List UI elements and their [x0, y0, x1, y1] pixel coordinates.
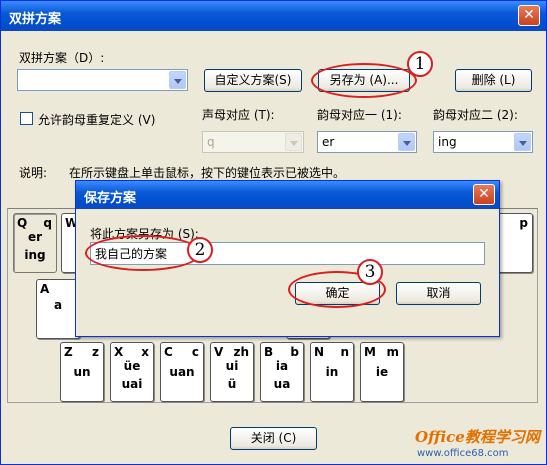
key-final-1: un [73, 365, 91, 379]
key-initial: n [340, 345, 349, 359]
key-final-1: uan [169, 365, 195, 379]
key-v[interactable]: V zh ui ü [210, 342, 254, 402]
key-initial: x [141, 345, 149, 359]
key-final-1: a [53, 298, 63, 312]
allow-repeat-label: 允许韵母重复定义 (V) [38, 113, 156, 127]
key-initial: c [191, 345, 199, 359]
key-letter: C [164, 345, 173, 359]
final2-select-value: ing [438, 135, 457, 149]
step-badge-3: 3 [357, 259, 383, 285]
allow-repeat-checkbox[interactable] [20, 112, 33, 125]
key-initial: q [43, 216, 52, 230]
key-z[interactable]: Z z un [60, 342, 104, 402]
description-text: 在所示键盘上单击鼠标，按下的键位表示已被选中。 [69, 166, 346, 180]
key-m[interactable]: M m ie [360, 342, 404, 402]
custom-scheme-button[interactable]: 自定义方案(S) [204, 69, 302, 92]
window-close-button[interactable]: ✕ [518, 5, 540, 26]
key-final-1: er [27, 230, 43, 244]
step-badge-1: 1 [407, 51, 433, 77]
scheme-label: 双拼方案（D）: [19, 51, 105, 65]
cancel-button[interactable]: 取消 [396, 282, 481, 305]
step-badge-2: 2 [187, 237, 213, 263]
chevron-down-icon[interactable] [514, 133, 531, 151]
key-letter: M [364, 345, 376, 359]
final1-label: 韵母对应一 (1): [317, 108, 402, 122]
key-initial: p [519, 216, 528, 230]
key-initial: m [386, 345, 399, 359]
key-c[interactable]: C c uan [160, 342, 204, 402]
key-letter: A [40, 282, 50, 296]
final2-label: 韵母对应二 (2): [433, 108, 518, 122]
watermark-url: www.office68.com [417, 448, 509, 459]
initial-label: 声母对应 (T): [202, 108, 275, 122]
final1-select[interactable]: er [317, 131, 417, 153]
initial-select: q [202, 131, 304, 153]
watermark-title: Office教程学习网 [415, 428, 540, 446]
description-label: 说明: [19, 166, 48, 180]
key-final-2: ü [227, 377, 237, 391]
key-final-1: ie [375, 365, 389, 379]
key-final-2: uai [121, 377, 143, 391]
key-initial: b [290, 345, 299, 359]
key-q[interactable]: Q q er ing [13, 213, 57, 273]
delete-button[interactable]: 删除 (L) [455, 69, 532, 92]
key-letter: N [314, 345, 325, 359]
chevron-down-icon[interactable] [169, 71, 186, 89]
shuangpin-window: 双拼方案 ✕ 双拼方案（D）: 自定义方案(S) 另存为 (A)... 删除 (… [0, 0, 547, 465]
title-bar[interactable]: 双拼方案 ✕ [1, 1, 546, 31]
highlight-saveas [311, 63, 417, 98]
key-final-1: ui [225, 359, 239, 373]
key-letter: Q [17, 216, 28, 230]
initial-select-value: q [207, 135, 215, 149]
key-letter: X [114, 345, 124, 359]
watermark: Office教程学习网 www.office68.com [415, 426, 545, 464]
dialog-title-bar[interactable]: 保存方案 ✕ [76, 181, 499, 209]
final2-select[interactable]: ing [433, 131, 533, 153]
final1-select-value: er [322, 135, 335, 149]
close-button[interactable]: 关闭 (C) [230, 427, 317, 450]
key-final-2: ing [24, 248, 46, 262]
key-initial: z [92, 345, 99, 359]
window-title: 双拼方案 [9, 12, 62, 27]
key-final-1: üe [123, 359, 141, 373]
key-letter: V [214, 345, 224, 359]
highlight-name-input [85, 235, 201, 271]
chevron-down-icon [285, 133, 302, 151]
key-final-2: ua [273, 377, 291, 391]
key-b[interactable]: B b ia ua [260, 342, 304, 402]
chevron-down-icon[interactable] [398, 133, 415, 151]
key-final-1: in [325, 365, 339, 379]
key-letter: Z [64, 345, 73, 359]
key-x[interactable]: X x üe uai [110, 342, 154, 402]
key-a[interactable]: A a [36, 279, 80, 339]
key-final-1: ia [275, 359, 289, 373]
scheme-select[interactable] [17, 69, 188, 91]
key-initial: zh [233, 345, 249, 359]
key-letter: B [264, 345, 274, 359]
key-n[interactable]: N n in [310, 342, 354, 402]
dialog-title: 保存方案 [84, 191, 137, 206]
dialog-close-button[interactable]: ✕ [473, 184, 495, 205]
